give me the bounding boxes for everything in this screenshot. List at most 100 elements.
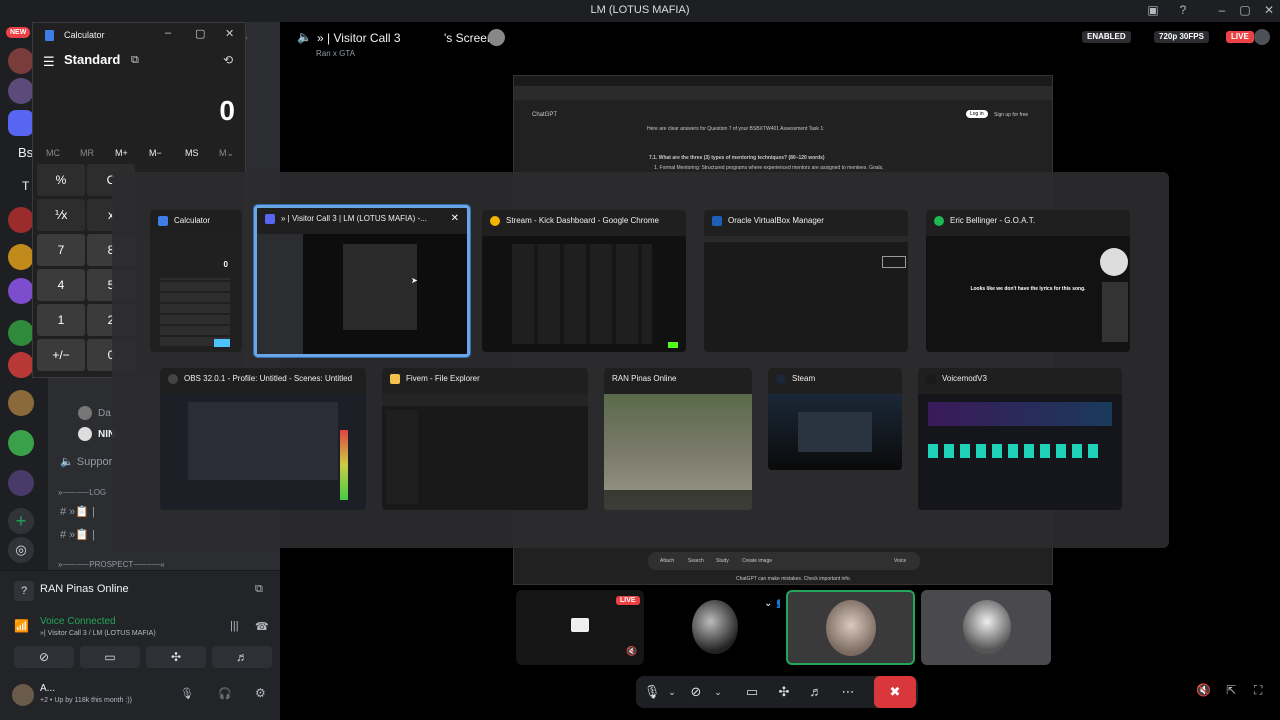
task-card-header: Eric Bellinger - G.O.A.T.: [926, 210, 1130, 234]
maximize-button[interactable]: ▢: [195, 27, 205, 40]
server-icon[interactable]: [8, 320, 34, 346]
server-icon[interactable]: [8, 110, 34, 136]
server-letter: Bs: [18, 145, 34, 160]
history-icon[interactable]: ⟲: [223, 53, 233, 67]
popout-icon[interactable]: ⇱: [1226, 683, 1236, 697]
task-card-discord[interactable]: » | Visitor Call 3 | LM (LOTUS MAFIA) -.…: [254, 205, 470, 357]
inbox-icon[interactable]: ▣: [1145, 3, 1161, 17]
avatar[interactable]: [12, 684, 34, 706]
channel-member[interactable]: Da: [98, 408, 111, 419]
task-card-steam[interactable]: Steam: [768, 368, 902, 470]
reciprocal-key[interactable]: ⅟x: [37, 199, 85, 231]
noise-suppression-icon[interactable]: |||: [230, 620, 239, 632]
camera-off-button[interactable]: ⊘: [14, 646, 74, 668]
task-card-header: RAN Pinas Online: [604, 368, 752, 392]
task-card-ran-pinas[interactable]: RAN Pinas Online: [604, 368, 752, 510]
more-icon[interactable]: ⋯: [838, 682, 858, 702]
memory-list-button[interactable]: M⌄: [219, 148, 234, 159]
browser-address-bar: [514, 86, 1052, 100]
help-icon[interactable]: ?: [1175, 3, 1191, 17]
server-icon[interactable]: [8, 278, 34, 304]
task-card-voicemod[interactable]: VoicemodV3: [918, 368, 1122, 510]
stop-stream-button[interactable]: ✖: [874, 676, 916, 708]
server-icon[interactable]: [8, 48, 34, 74]
channel-support[interactable]: 🔈 Suppor: [60, 455, 112, 468]
camera-off-button[interactable]: ⊘: [686, 682, 706, 702]
activity-icon[interactable]: ⧉: [255, 583, 263, 596]
discord-icon: [265, 214, 275, 224]
server-icon[interactable]: [8, 78, 34, 104]
memory-subtract-button[interactable]: M−: [149, 148, 162, 158]
headphones-icon[interactable]: 🎧: [218, 687, 232, 700]
text-channel[interactable]: # »📋 |: [60, 505, 95, 518]
memory-add-button[interactable]: M+: [115, 148, 128, 158]
menu-icon[interactable]: ☰: [43, 54, 55, 70]
participant-tile[interactable]: ⌄ 👥: [652, 590, 780, 665]
close-icon[interactable]: ✕: [451, 213, 459, 224]
activities-button[interactable]: ✣: [774, 682, 794, 702]
keep-on-top-icon[interactable]: ⧉: [131, 54, 139, 67]
task-card-title: Steam: [792, 374, 816, 383]
voice-channel[interactable]: »| Visitor Call 3 / LM (LOTUS MAFIA): [40, 630, 156, 637]
task-card-virtualbox[interactable]: Oracle VirtualBox Manager: [704, 210, 908, 352]
participant-tile[interactable]: [921, 590, 1051, 665]
server-icon[interactable]: [8, 352, 34, 378]
category-log[interactable]: »⸺⸺LOG: [58, 487, 106, 498]
soundboard-button[interactable]: ♬: [212, 646, 272, 668]
add-server-icon[interactable]: +: [8, 508, 34, 534]
user-name[interactable]: A...: [40, 683, 55, 694]
chevron-down-icon[interactable]: ⌄: [662, 682, 682, 702]
activities-button[interactable]: ✣: [146, 646, 206, 668]
task-card-file-explorer[interactable]: Fivem - File Explorer: [382, 368, 588, 510]
microphone-button[interactable]: 🎙: [642, 682, 662, 702]
percent-key[interactable]: %: [37, 164, 85, 196]
volume-mute-icon[interactable]: 🔇: [1196, 683, 1211, 697]
digit-1-key[interactable]: 1: [37, 304, 85, 336]
steam-icon: [776, 374, 786, 384]
digit-4-key[interactable]: 4: [37, 269, 85, 301]
task-card-chrome[interactable]: Stream - Kick Dashboard - Google Chrome: [482, 210, 686, 352]
server-icon[interactable]: [8, 470, 34, 496]
maximize-button[interactable]: ▢: [1237, 3, 1253, 17]
text-channel[interactable]: # »📋 |: [60, 528, 95, 541]
memory-clear-button[interactable]: MC: [46, 148, 60, 158]
add-friend-icon[interactable]: 👥: [776, 598, 780, 609]
screen-share-button[interactable]: ▭: [742, 682, 762, 702]
answer-question: 7.1. What are the three (3) types of men…: [649, 155, 825, 161]
task-card-obs[interactable]: OBS 32.0.1 - Profile: Untitled - Scenes:…: [160, 368, 366, 510]
task-card-calculator[interactable]: Calculator 0: [150, 210, 242, 352]
microphone-icon[interactable]: 🎙: [180, 687, 194, 700]
digit-7-key[interactable]: 7: [37, 234, 85, 266]
discover-icon[interactable]: ◎: [8, 537, 34, 563]
server-icon[interactable]: [8, 390, 34, 416]
soundboard-button[interactable]: ♬: [806, 682, 826, 702]
task-card-title: Fivem - File Explorer: [406, 374, 480, 383]
settings-icon[interactable]: ⚙: [255, 686, 266, 700]
minimize-button[interactable]: –: [1214, 3, 1230, 17]
fullscreen-icon[interactable]: ⛶: [1254, 683, 1262, 698]
avatar: [963, 600, 1011, 654]
task-thumbnail: [604, 394, 752, 510]
server-icon[interactable]: [8, 244, 34, 270]
close-button[interactable]: ✕: [1261, 3, 1277, 17]
negate-key[interactable]: +/−: [37, 339, 85, 371]
thumb-sidebar: [257, 234, 303, 354]
task-card-spotify[interactable]: Eric Bellinger - G.O.A.T. Looks like we …: [926, 210, 1130, 352]
memory-recall-button[interactable]: MR: [80, 148, 94, 158]
voice-status[interactable]: Voice Connected: [40, 616, 116, 627]
disconnect-icon[interactable]: ☎: [255, 620, 269, 633]
participant-tile-speaking[interactable]: [786, 590, 915, 665]
participant-tile[interactable]: LIVE 🔇: [516, 590, 644, 665]
folder-icon: [390, 374, 400, 384]
server-icon[interactable]: [8, 207, 34, 233]
memory-store-button[interactable]: MS: [185, 148, 199, 158]
category-prospect[interactable]: »⸺⸺PROSPECT⸺⸺«: [58, 559, 165, 570]
minimize-button[interactable]: –: [165, 27, 171, 39]
chat-icon[interactable]: [1254, 29, 1270, 45]
chevron-down-icon[interactable]: ⌄: [708, 682, 728, 702]
user-status-text: Up by 118k this month :)): [54, 697, 133, 704]
close-button[interactable]: ✕: [225, 27, 234, 40]
server-icon[interactable]: [8, 430, 34, 456]
chevron-down-icon[interactable]: ⌄: [764, 598, 772, 609]
screen-share-button[interactable]: ▭: [80, 646, 140, 668]
